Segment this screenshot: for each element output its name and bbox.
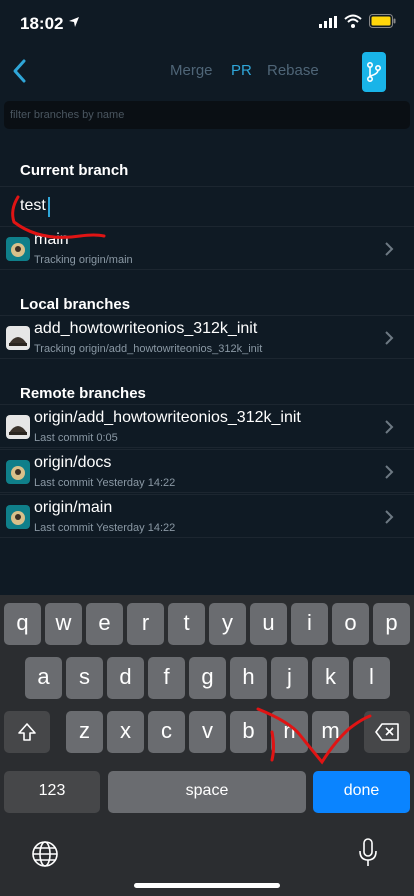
backspace-icon [375, 723, 399, 741]
section-title-remote: Remote branches [20, 385, 146, 402]
key-n[interactable]: n [271, 711, 308, 753]
key-f[interactable]: f [148, 657, 185, 699]
back-chevron-icon[interactable] [10, 58, 30, 84]
cellular-signal-icon [319, 16, 337, 28]
home-indicator [134, 883, 280, 888]
branch-row-remote[interactable]: origin/add_howtowriteonios_312k_init Las… [0, 404, 414, 448]
key-m[interactable]: m [312, 711, 349, 753]
chevron-right-icon [385, 242, 394, 256]
branch-detail: Last commit Yesterday 14:22 [34, 477, 176, 489]
avatar [6, 505, 30, 529]
space-key[interactable]: space [108, 771, 306, 813]
key-l[interactable]: l [353, 657, 390, 699]
microphone-icon[interactable] [357, 838, 379, 868]
branch-row-remote[interactable]: origin/main Last commit Yesterday 14:22 [0, 494, 414, 538]
current-branch-input[interactable]: test [0, 186, 414, 226]
key-k[interactable]: k [312, 657, 349, 699]
key-z[interactable]: z [66, 711, 103, 753]
numbers-key[interactable]: 123 [4, 771, 100, 813]
key-a[interactable]: a [25, 657, 62, 699]
wifi-icon [344, 14, 362, 28]
avatar [6, 237, 30, 261]
key-g[interactable]: g [189, 657, 226, 699]
key-t[interactable]: t [168, 603, 205, 645]
branch-detail: Tracking origin/add_howtowriteonios_312k… [34, 343, 263, 355]
key-e[interactable]: e [86, 603, 123, 645]
top-nav: Merge PR Rebase [0, 48, 414, 96]
filter-field [4, 101, 410, 129]
text-caret [48, 197, 50, 217]
shift-key[interactable] [4, 711, 50, 753]
key-u[interactable]: u [250, 603, 287, 645]
status-time: 18:02 [20, 14, 64, 33]
key-p[interactable]: p [373, 603, 410, 645]
branch-name: main [34, 231, 69, 248]
branch-row-main[interactable]: main Tracking origin/main [0, 226, 414, 270]
key-b[interactable]: b [230, 711, 267, 753]
branch-row-local[interactable]: add_howtowriteonios_312k_init Tracking o… [0, 315, 414, 359]
chevron-right-icon [385, 420, 394, 434]
status-bar: 18:02 [0, 0, 414, 48]
branch-row-remote[interactable]: origin/docs Last commit Yesterday 14:22 [0, 449, 414, 493]
avatar [6, 415, 30, 439]
segment-rebase[interactable]: Rebase [267, 62, 319, 79]
keyboard: q w e r t y u i o p a s d f g h j k l z … [0, 595, 414, 896]
key-s[interactable]: s [66, 657, 103, 699]
branch-button[interactable] [362, 52, 386, 92]
key-y[interactable]: y [209, 603, 246, 645]
section-title-local: Local branches [20, 296, 131, 313]
key-c[interactable]: c [148, 711, 185, 753]
key-h[interactable]: h [230, 657, 267, 699]
chevron-right-icon [385, 331, 394, 345]
key-i[interactable]: i [291, 603, 328, 645]
current-branch-value: test [20, 197, 46, 214]
globe-icon[interactable] [31, 840, 59, 868]
branch-detail: Last commit Yesterday 14:22 [34, 522, 176, 534]
key-r[interactable]: r [127, 603, 164, 645]
branch-name: add_howtowriteonios_312k_init [34, 320, 258, 337]
branch-detail: Last commit 0:05 [34, 432, 118, 444]
branch-name: origin/main [34, 499, 113, 516]
chevron-right-icon [385, 465, 394, 479]
key-x[interactable]: x [107, 711, 144, 753]
key-v[interactable]: v [189, 711, 226, 753]
key-d[interactable]: d [107, 657, 144, 699]
backspace-key[interactable] [364, 711, 410, 753]
filter-input[interactable] [4, 101, 410, 129]
key-w[interactable]: w [45, 603, 82, 645]
key-o[interactable]: o [332, 603, 369, 645]
branch-detail: Tracking origin/main [34, 254, 133, 266]
key-j[interactable]: j [271, 657, 308, 699]
done-key[interactable]: done [313, 771, 410, 813]
location-arrow-icon [69, 17, 79, 27]
key-q[interactable]: q [4, 603, 41, 645]
branch-name: origin/add_howtowriteonios_312k_init [34, 409, 301, 426]
section-title-current: Current branch [20, 162, 129, 179]
chevron-right-icon [385, 510, 394, 524]
segment-pr[interactable]: PR [231, 62, 252, 79]
branch-name: origin/docs [34, 454, 112, 471]
git-branch-icon [367, 62, 382, 82]
segment-merge[interactable]: Merge [170, 62, 213, 79]
shift-icon [18, 723, 36, 741]
avatar [6, 460, 30, 484]
avatar [6, 326, 30, 350]
battery-icon [369, 14, 396, 28]
